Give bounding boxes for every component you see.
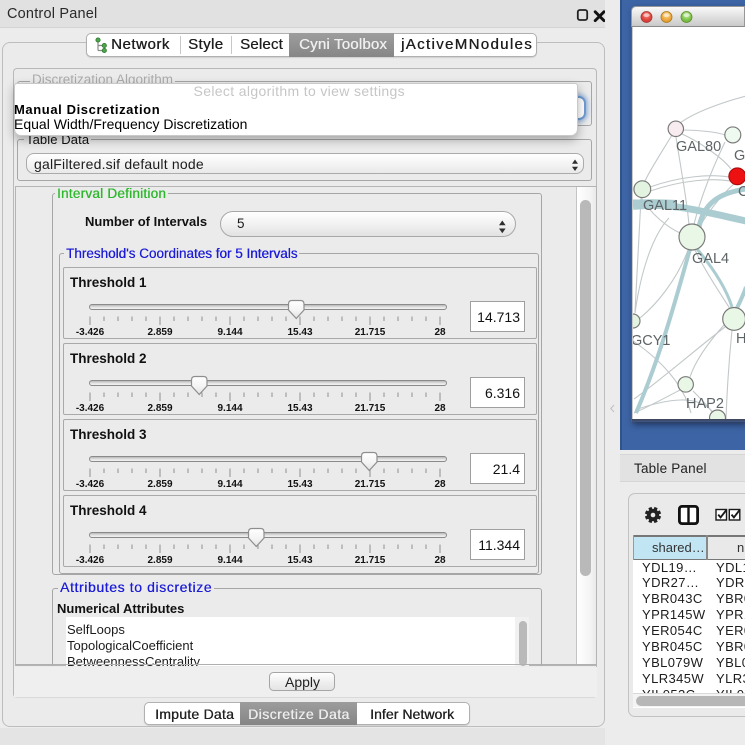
svg-text:GCY1: GCY1 bbox=[633, 333, 671, 349]
svg-text:GAL80: GAL80 bbox=[676, 139, 721, 155]
svg-text:C: C bbox=[738, 184, 745, 200]
svg-text:HAP2: HAP2 bbox=[686, 396, 724, 412]
svg-text:GAL11: GAL11 bbox=[643, 198, 687, 214]
svg-text:GA: GA bbox=[734, 148, 745, 164]
svg-text:GAL4: GAL4 bbox=[692, 251, 729, 267]
svg-text:H: H bbox=[736, 331, 745, 347]
